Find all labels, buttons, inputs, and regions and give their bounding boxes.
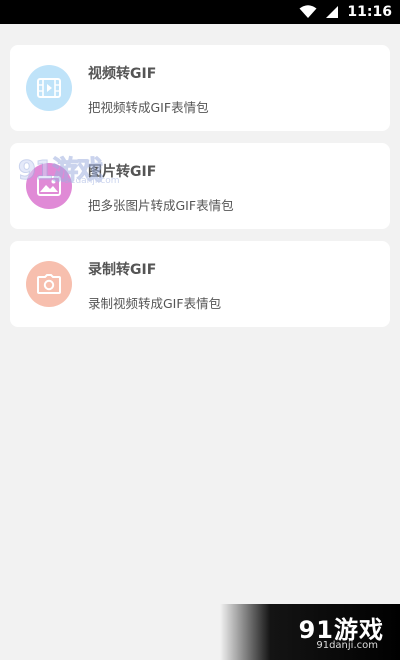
card-video-to-gif[interactable]: 视频转GIF 把视频转成GIF表情包	[10, 45, 390, 131]
card-record-to-gif[interactable]: 录制转GIF 录制视频转成GIF表情包	[10, 241, 390, 327]
card-title: 图片转GIF	[88, 164, 157, 180]
status-bar: 11:16	[0, 0, 400, 24]
card-title: 视频转GIF	[88, 66, 157, 82]
watermark-url: 91danji.com	[316, 640, 378, 651]
wifi-icon	[299, 5, 317, 19]
card-subtitle: 把视频转成GIF表情包	[88, 100, 209, 115]
card-subtitle: 把多张图片转成GIF表情包	[88, 198, 234, 213]
signal-icon	[325, 5, 339, 19]
status-icons: 11:16	[299, 3, 392, 21]
card-subtitle: 录制视频转成GIF表情包	[88, 296, 222, 311]
image-picture-icon	[26, 163, 72, 209]
card-title: 录制转GIF	[88, 262, 157, 278]
watermark-brand: 91游戏	[298, 616, 384, 644]
card-image-to-gif[interactable]: 图片转GIF 把多张图片转成GIF表情包	[10, 143, 390, 229]
status-time: 11:16	[347, 4, 392, 20]
camera-icon	[26, 261, 72, 307]
watermark-logo-bottom: 91游戏 91danji.com	[220, 604, 400, 660]
video-film-icon	[26, 65, 72, 111]
